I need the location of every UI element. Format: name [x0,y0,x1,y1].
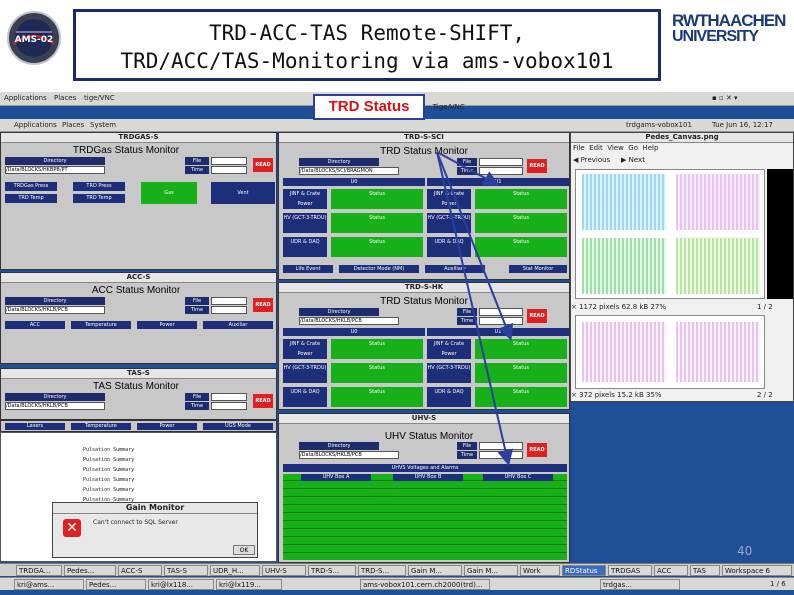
rwth-aachen-logo: RWTHAACHEN UNIVERSITY [672,12,786,46]
remote-desktop-screenshot: Applications Places tige/VNC - Tige/VNC … [0,92,794,595]
svg-text:AMS-02: AMS-02 [15,35,54,45]
slide-title-box: TRD-ACC-TAS Remote-SHIFT, TRD/ACC/TAS-Mo… [73,9,661,81]
rwth-logo-subtext: UNIVERSITY [672,28,759,45]
slide-title-line-2: TRD/ACC/TAS-Monitoring via ams-vobox101 [120,49,614,73]
slide-title-line-1: TRD-ACC-TAS Remote-SHIFT, [208,21,526,45]
rwth-logo-text: RWTHAACHEN [672,11,786,30]
ams-02-logo: AMS-02 [6,8,62,68]
annotation-arrows [436,151,514,466]
arrow-to-trd-sci [436,151,500,186]
